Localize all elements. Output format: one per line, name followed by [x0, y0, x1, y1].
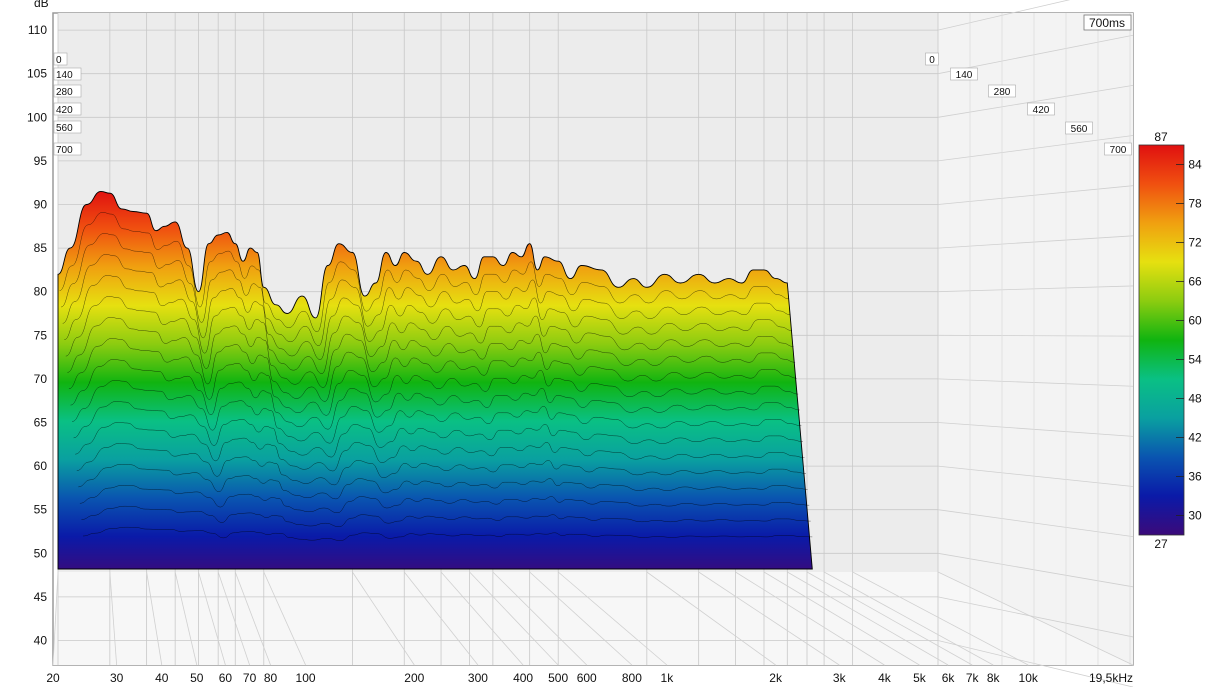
- colorbar-tick-label: 72: [1188, 236, 1202, 250]
- x-tick-label: 500: [548, 671, 568, 685]
- y-tick-label: 60: [34, 459, 48, 473]
- x-tick-label: 50: [190, 671, 204, 685]
- y-tick-label: 90: [34, 198, 48, 212]
- time-label: 700: [1110, 145, 1127, 156]
- y-unit-label: dB: [34, 0, 49, 10]
- colorbar-tick-label: 42: [1188, 431, 1202, 445]
- y-tick-labels: 110 105 100 95 90 85 80 75 70 65 60 55 50 45 40: [27, 23, 47, 647]
- x-tick-label: 300: [468, 671, 488, 685]
- y-tick-label: 105: [27, 67, 47, 81]
- y-tick-label: 75: [34, 328, 48, 342]
- x-tick-label: 1k: [661, 671, 675, 685]
- x-tick-label: 4k: [878, 671, 892, 685]
- time-label: 560: [1071, 124, 1088, 135]
- time-label: 420: [56, 105, 73, 116]
- time-label: 420: [1033, 105, 1050, 116]
- y-tick-label: 95: [34, 154, 48, 168]
- x-tick-label: 20: [46, 671, 60, 685]
- time-label: 280: [994, 87, 1011, 98]
- colorbar-max-label: 87: [1154, 130, 1168, 144]
- x-tick-label: 800: [622, 671, 642, 685]
- x-tick-label: 5k: [913, 671, 927, 685]
- colorbar-legend: 87 27 84 78 72 66 60 54 48 42 36 30: [1138, 130, 1202, 551]
- x-tick-label: 40: [155, 671, 169, 685]
- y-tick-label: 55: [34, 503, 48, 517]
- y-tick-label: 65: [34, 416, 48, 430]
- y-tick-label: 45: [34, 590, 48, 604]
- colorbar-tick-label: 78: [1188, 197, 1202, 211]
- x-tick-label: 100: [296, 671, 316, 685]
- x-tick-label: 30: [110, 671, 124, 685]
- time-label: 700: [56, 145, 73, 156]
- time-label: 0: [56, 55, 62, 66]
- time-max-badge: 700ms: [1083, 14, 1132, 31]
- time-label: 0: [929, 55, 935, 66]
- x-tick-label: 7k: [966, 671, 980, 685]
- colorbar-tick-label: 66: [1188, 275, 1202, 289]
- colorbar-tick-label: 84: [1188, 158, 1202, 172]
- waterfall-chart: dB 110 105 100 95 90 85 80 75 70 65 60 55 50 45 40 20 3…: [0, 0, 1224, 687]
- colorbar-tick-label: 54: [1188, 353, 1202, 367]
- x-tick-label: 19,5kHz: [1089, 671, 1133, 685]
- colorbar-tick-label: 36: [1188, 470, 1202, 484]
- x-tick-label: 10k: [1019, 671, 1039, 685]
- time-label: 140: [956, 70, 973, 81]
- y-tick-label: 40: [34, 634, 48, 648]
- x-tick-label: 8k: [987, 671, 1001, 685]
- x-tick-label: 200: [404, 671, 424, 685]
- waterfall-chart-svg: dB 110 105 100 95 90 85 80 75 70 65 60 55 50 45 40 20 3…: [27, 0, 1202, 687]
- x-tick-label: 400: [513, 671, 533, 685]
- x-tick-label: 6k: [942, 671, 956, 685]
- y-tick-label: 80: [34, 285, 48, 299]
- x-tick-label: 3k: [833, 671, 847, 685]
- y-tick-label: 50: [34, 546, 48, 560]
- x-tick-label: 2k: [769, 671, 783, 685]
- y-tick-label: 100: [27, 110, 47, 124]
- y-tick-label: 85: [34, 241, 48, 255]
- x-tick-label: 60: [219, 671, 233, 685]
- colorbar-tick-label: 60: [1188, 314, 1202, 328]
- y-tick-label: 70: [34, 372, 48, 386]
- time-label: 560: [56, 123, 73, 134]
- x-tick-label: 70: [243, 671, 257, 685]
- x-tick-labels: 20 30 40 50 60 70 80 100 200 300 400 500 600 800 1k 2k 3…: [46, 671, 1133, 685]
- time-max-label: 700ms: [1089, 16, 1125, 30]
- x-tick-label: 600: [577, 671, 597, 685]
- y-tick-label: 110: [28, 23, 47, 37]
- x-tick-label: 80: [264, 671, 278, 685]
- time-label: 140: [56, 70, 73, 81]
- colorbar-tick-label: 30: [1188, 509, 1202, 523]
- time-label: 280: [56, 87, 73, 98]
- colorbar-tick-label: 48: [1188, 392, 1202, 406]
- colorbar-min-label: 27: [1154, 537, 1168, 551]
